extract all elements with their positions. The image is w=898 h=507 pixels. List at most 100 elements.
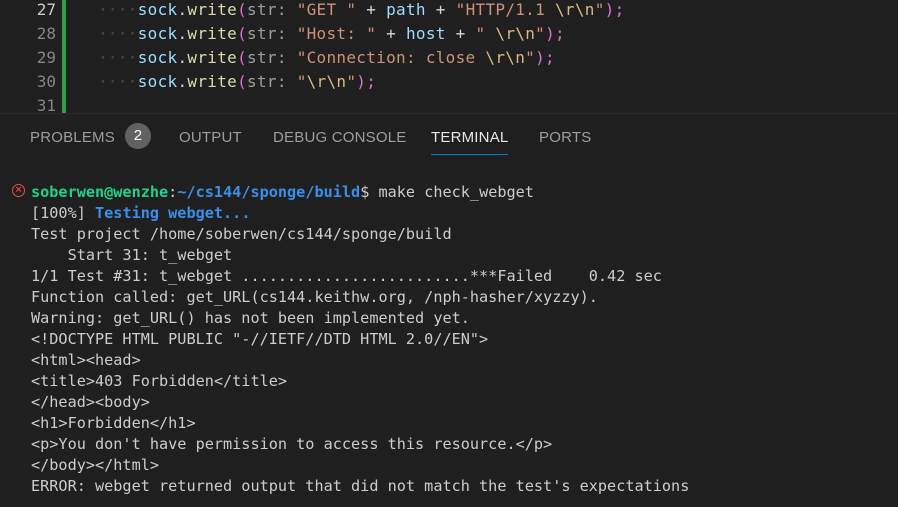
progress-text: Testing webget... [95, 204, 251, 222]
terminal-command: make check_webget [378, 183, 534, 201]
code-token: " [594, 0, 605, 19]
terminal-progress-line: [100%] Testing webget... [31, 203, 250, 224]
tab-label: PORTS [539, 129, 592, 146]
code-text[interactable]: ····sock.write(str: "GET " + path + "HTT… [98, 0, 625, 22]
terminal-output-line: ERROR: webget returned output that did n… [31, 477, 690, 495]
code-token: write [187, 48, 238, 67]
code-token: + [445, 24, 476, 43]
code-token: path [386, 0, 426, 19]
inlay-hint: str: [247, 72, 287, 91]
code-token: ); [545, 24, 565, 43]
git-modified-marker[interactable] [62, 0, 66, 22]
code-token: \r\n [495, 24, 536, 43]
code-token: ); [604, 0, 625, 19]
code-text[interactable]: ····sock.write(str: "Host: " + host + " … [98, 22, 565, 46]
code-line[interactable]: 28 ····sock.write(str: "Host: " + host +… [0, 22, 898, 46]
terminal-output-line: Warning: get_URL() has not been implemen… [31, 309, 470, 327]
code-token: "Connection: close [296, 48, 486, 67]
inlay-hint: str: [247, 24, 287, 43]
code-token: . [177, 48, 188, 67]
code-token: ( [237, 24, 248, 43]
code-token: " [535, 24, 546, 43]
code-token: " [525, 48, 536, 67]
code-line[interactable]: 31 [0, 94, 898, 113]
code-token: sock [137, 48, 178, 67]
prompt-separator: : [168, 183, 178, 201]
code-token: sock [137, 24, 178, 43]
error-circle-icon[interactable]: × [12, 184, 25, 197]
terminal-output-line: <title>403 Forbidden</title> [31, 372, 288, 390]
code-token: sock [137, 72, 178, 91]
code-token: sock [137, 0, 178, 19]
code-line[interactable]: 27 ····sock.write(str: "GET " + path + "… [0, 0, 898, 22]
code-line[interactable]: 29 ····sock.write(str: "Connection: clos… [0, 46, 898, 70]
git-modified-marker[interactable] [62, 70, 66, 94]
code-token: write [187, 0, 238, 19]
tab-debug-console[interactable]: DEBUG CONSOLE [273, 114, 406, 164]
line-number: 27 [36, 0, 56, 19]
tab-label: TERMINAL [431, 129, 509, 146]
code-token: " [475, 24, 496, 43]
code-token: " [346, 72, 357, 91]
terminal-output-line: </head><body> [31, 393, 150, 411]
tab-output[interactable]: OUTPUT [179, 114, 242, 164]
tab-terminal[interactable]: TERMINAL [431, 114, 509, 164]
prompt-symbol: $ [360, 183, 379, 201]
terminal-output-line: <html><head> [31, 351, 141, 369]
code-token: . [177, 72, 188, 91]
code-token: ( [237, 72, 248, 91]
git-modified-marker[interactable] [62, 94, 66, 113]
terminal-output-line: <h1>Forbidden</h1> [31, 414, 196, 432]
code-text[interactable]: ····sock.write(str: "Connection: close \… [98, 46, 555, 70]
terminal-output-line: <p>You don't have permission to access t… [31, 435, 553, 453]
terminal-output-line: <!DOCTYPE HTML PUBLIC "-//IETF//DTD HTML… [31, 330, 489, 348]
code-token: host [405, 24, 446, 43]
code-token: ); [356, 72, 377, 91]
tab-label: DEBUG CONSOLE [273, 129, 407, 146]
problems-count-badge: 2 [124, 123, 151, 150]
code-token: \r\n [485, 48, 526, 67]
code-token: \r\n [554, 0, 595, 19]
inlay-hint: str: [247, 48, 287, 67]
indent-guide: ···· [98, 72, 138, 91]
terminal-output-line: Test project /home/soberwen/cs144/sponge… [31, 225, 452, 243]
code-token: " [296, 72, 307, 91]
code-token: "Host: " [296, 24, 377, 43]
tab-ports[interactable]: PORTS [539, 114, 591, 164]
prompt-path: ~/cs144/sponge/build [177, 183, 361, 201]
code-token: ( [237, 48, 248, 67]
indent-guide: ···· [98, 24, 138, 43]
code-token: ( [237, 0, 248, 19]
code-token: . [177, 0, 188, 19]
prompt-user: soberwen@wenzhe [31, 183, 169, 201]
code-token: + [356, 0, 387, 19]
git-modified-marker[interactable] [62, 22, 66, 46]
code-token: write [187, 24, 238, 43]
line-number: 28 [36, 24, 56, 43]
progress-prefix: [100%] [31, 204, 96, 222]
tab-problems[interactable]: PROBLEMS 2 [30, 114, 151, 164]
code-token: . [177, 24, 188, 43]
code-token: + [425, 0, 456, 19]
tab-label: PROBLEMS [30, 129, 115, 146]
terminal-prompt-line: soberwen@wenzhe:~/cs144/sponge/build$ ma… [31, 182, 534, 203]
code-token: ); [535, 48, 555, 67]
tab-label: OUTPUT [179, 129, 242, 146]
code-editor[interactable]: 27 ····sock.write(str: "GET " + path + "… [0, 0, 898, 113]
inlay-hint: str: [247, 0, 287, 19]
panel-tab-bar: PROBLEMS 2 OUTPUT DEBUG CONSOLE TERMINAL … [0, 114, 898, 164]
code-token: + [376, 24, 406, 43]
active-tab-indicator [431, 154, 509, 155]
code-token: "HTTP/1.1 [455, 0, 555, 19]
terminal-output-line: Start 31: t_webget [31, 246, 233, 264]
code-text[interactable]: ····sock.write(str: "\r\n"); [98, 70, 376, 94]
code-token: \r\n [306, 72, 347, 91]
git-modified-marker[interactable] [62, 46, 66, 70]
terminal-output-line: 1/1 Test #31: t_webget .................… [31, 267, 662, 285]
indent-guide: ···· [98, 48, 138, 67]
terminal-output-line: Function called: get_URL(cs144.keithw.or… [31, 288, 598, 306]
line-number: 29 [36, 48, 56, 67]
code-token: "GET " [296, 0, 357, 19]
indent-guide: ···· [98, 0, 138, 19]
code-line[interactable]: 30 ····sock.write(str: "\r\n"); [0, 70, 898, 94]
